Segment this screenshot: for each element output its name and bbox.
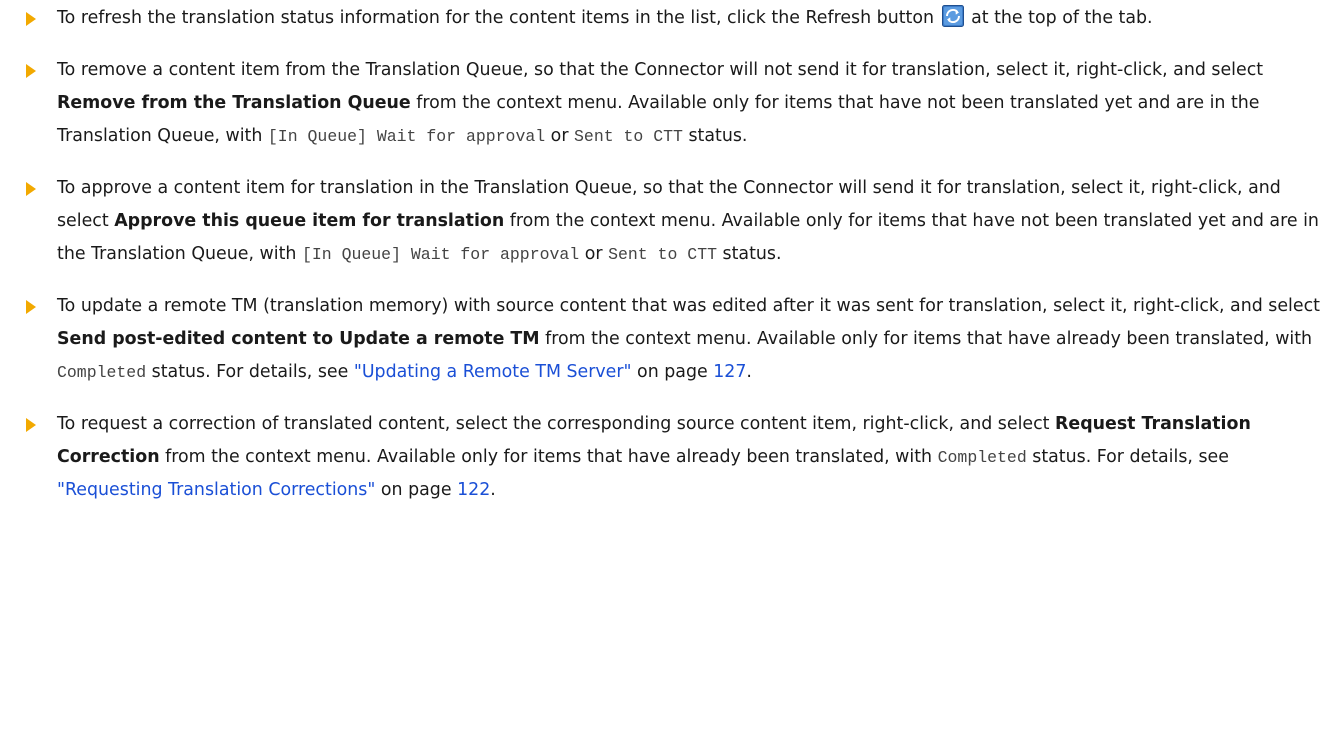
item-text-4: status. bbox=[717, 244, 782, 264]
item-text-4: status. bbox=[682, 126, 748, 146]
item-text-2: at the top of the tab. bbox=[965, 8, 1153, 28]
list-item-approve: To approve a content item for translatio… bbox=[12, 172, 1326, 271]
item-text-2: from the context menu. Available only fo… bbox=[539, 329, 1313, 349]
document-body: To refresh the translation status inform… bbox=[0, 0, 1340, 507]
menu-command: Remove from the Translation Queue bbox=[57, 93, 411, 113]
item-text-3: status. For details, see bbox=[1026, 447, 1229, 467]
status-code: [In Queue] Wait for approval bbox=[301, 245, 580, 264]
status-code: Completed bbox=[937, 448, 1027, 467]
cross-reference-link[interactable]: "Requesting Translation Corrections" bbox=[57, 480, 375, 500]
menu-command: Send post-edited content to Update a rem… bbox=[57, 329, 540, 349]
menu-command: Approve this queue item for translation bbox=[114, 211, 505, 231]
item-text-5: . bbox=[746, 362, 752, 382]
item-text-2: from the context menu. Available only fo… bbox=[159, 447, 938, 467]
item-text: To remove a content item from the Transl… bbox=[57, 60, 1264, 80]
item-text-3: or bbox=[545, 126, 575, 146]
status-code: Completed bbox=[57, 363, 147, 382]
item-text-3: or bbox=[579, 244, 609, 264]
item-text: To request a correction of translated co… bbox=[57, 414, 1056, 434]
list-item-refresh: To refresh the translation status inform… bbox=[12, 2, 1326, 35]
bullet-arrow-icon bbox=[26, 64, 36, 78]
bullet-arrow-icon bbox=[26, 418, 36, 432]
list-item-request-correction: To request a correction of translated co… bbox=[12, 408, 1326, 507]
status-code-2: Sent to CTT bbox=[574, 127, 683, 146]
item-text-4: on page bbox=[631, 362, 714, 382]
list-item-update-tm: To update a remote TM (translation memor… bbox=[12, 290, 1326, 389]
refresh-icon bbox=[941, 5, 964, 27]
status-code-2: Sent to CTT bbox=[608, 245, 717, 264]
list-item-remove: To remove a content item from the Transl… bbox=[12, 54, 1326, 153]
item-text: To update a remote TM (translation memor… bbox=[57, 296, 1320, 316]
item-text-5: . bbox=[490, 480, 496, 500]
cross-reference-link[interactable]: "Updating a Remote TM Server" bbox=[354, 362, 632, 382]
item-text-4: on page bbox=[375, 480, 458, 500]
page-number-link[interactable]: 122 bbox=[457, 480, 490, 500]
bullet-arrow-icon bbox=[26, 300, 36, 314]
bullet-arrow-icon bbox=[26, 182, 36, 196]
page-number-link[interactable]: 127 bbox=[713, 362, 746, 382]
item-text-3: status. For details, see bbox=[146, 362, 354, 382]
status-code: [In Queue] Wait for approval bbox=[267, 127, 546, 146]
bullet-arrow-icon bbox=[26, 12, 36, 26]
item-text: To refresh the translation status inform… bbox=[57, 8, 935, 28]
